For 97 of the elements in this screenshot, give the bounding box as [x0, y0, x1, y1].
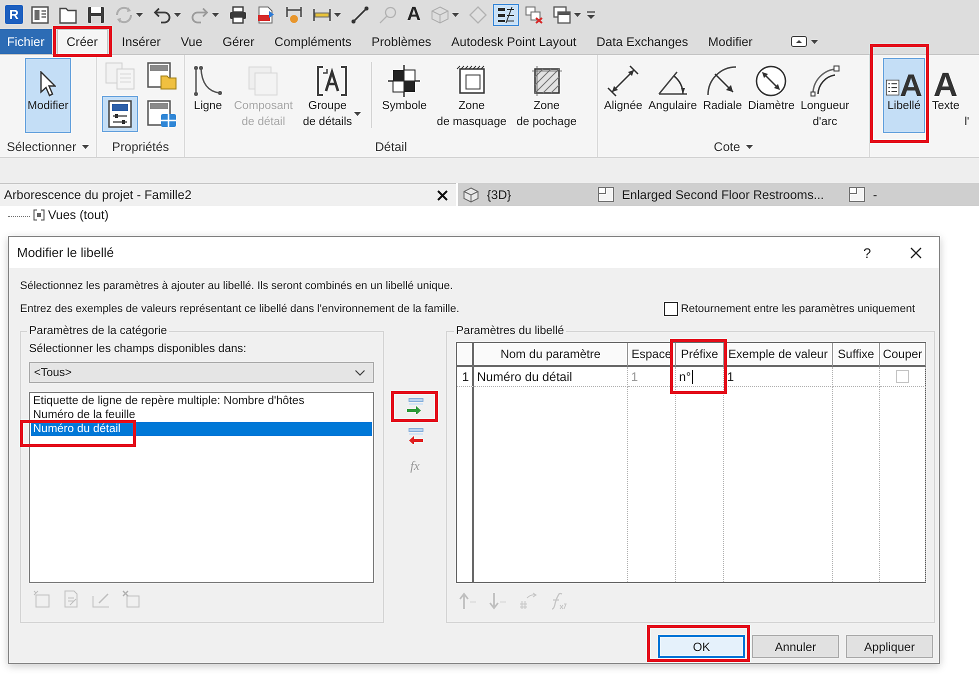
panel-title: Détail	[375, 140, 407, 154]
list-item[interactable]: Numéro du détail	[31, 422, 372, 436]
component-icon	[247, 65, 280, 97]
diameter-icon	[755, 65, 788, 97]
table-cell: Numéro du détail	[474, 367, 628, 387]
ribbon-button[interactable]: Diamètre	[746, 58, 797, 133]
group-title: Paramètres de la catégorie	[28, 325, 168, 337]
ribbon-button[interactable]: Ligne	[189, 58, 227, 133]
ribbon-button[interactable]: Zone de pochage	[514, 58, 580, 133]
view-tab[interactable]: -	[844, 183, 979, 206]
caret-icon[interactable]	[574, 12, 581, 16]
ribbon-tab[interactable]: Gérer	[212, 29, 264, 54]
view-tab[interactable]: Enlarged Second Floor Restrooms...	[592, 183, 844, 206]
table-cell: 1	[628, 367, 676, 387]
sheet-icon	[598, 187, 614, 202]
ribbon-button[interactable]: Angulaire	[646, 58, 699, 133]
ribbon-button[interactable]: Symbole	[379, 58, 430, 133]
remove-arrow-icon[interactable]	[406, 428, 424, 444]
hatched-region-icon	[456, 65, 488, 97]
chevron-down-icon	[355, 370, 365, 376]
document-stack-icon	[104, 62, 134, 90]
group-title: Paramètres du libellé	[455, 325, 566, 337]
panel-title: Cote	[714, 140, 740, 154]
row-number: 1	[457, 367, 474, 387]
file-tab[interactable]: Fichier	[0, 29, 52, 54]
column-header: Nom du paramètre	[474, 343, 628, 367]
caret-icon[interactable]	[746, 145, 754, 149]
text-button[interactable]: A	[403, 4, 425, 26]
customize-menu-icon[interactable]	[586, 10, 595, 18]
dialog-button[interactable]: Annuler	[752, 635, 839, 658]
cursor-icon	[40, 71, 56, 97]
dialog-button[interactable]: Appliquer	[846, 635, 933, 658]
close-icon[interactable]	[910, 246, 922, 258]
column-header: Préfixe	[676, 343, 724, 367]
radius-icon	[706, 65, 738, 97]
ribbon-button[interactable]: Zone de masquage	[434, 58, 510, 133]
toolbar-button[interactable]	[492, 4, 519, 26]
ribbon-button[interactable]: Radiale	[700, 58, 744, 133]
instruction-text: Sélectionnez les paramètres à ajouter au libellé. Ils seront combinés en un libellé unique.	[20, 280, 454, 293]
ribbon-button[interactable]: Alignée	[602, 58, 644, 133]
caret-icon[interactable]	[174, 12, 181, 16]
column-header: Espace	[628, 343, 676, 367]
ribbon-tab[interactable]: Vue	[170, 29, 212, 54]
view-icon	[33, 208, 45, 220]
list-item[interactable]: Numéro de la feuille	[31, 408, 372, 422]
ribbon-tab[interactable]: Data Exchanges	[586, 29, 698, 54]
checkbox[interactable]	[664, 302, 678, 316]
sheet-icon	[849, 187, 865, 202]
dialog-title: Modifier le libellé	[17, 245, 115, 260]
diagonal-dimension-icon	[607, 65, 640, 97]
letter-icon: A	[933, 66, 958, 97]
ribbon-tab[interactable]: Problèmes	[362, 29, 442, 54]
ribbon-button[interactable]	[102, 96, 138, 132]
ribbon-button[interactable]: Modifier	[24, 58, 72, 133]
app-logo[interactable]: R	[5, 5, 23, 24]
close-icon[interactable]	[436, 190, 448, 200]
dialog-button[interactable]: OK	[658, 635, 745, 658]
column-header: Suffixe	[833, 343, 880, 367]
ribbon-tab[interactable]: Modifier	[698, 29, 763, 54]
caret-icon[interactable]	[354, 112, 362, 116]
bracket-frame-icon	[316, 65, 348, 97]
help-button[interactable]: ?	[860, 244, 874, 260]
ribbon-button[interactable]: A Libellé	[883, 58, 925, 133]
ribbon-button[interactable]: Longueur d'arc	[798, 58, 852, 133]
caret-icon[interactable]	[82, 145, 90, 149]
quartered-symbol-icon	[388, 65, 420, 97]
field-label: Sélectionner les champs disponibles dans:	[29, 343, 248, 355]
grid-window-icon	[146, 100, 176, 128]
cube-icon	[462, 186, 479, 202]
list-item[interactable]: Etiquette de ligne de repère multiple: Nombre d'hôtes	[31, 394, 372, 408]
cell-input[interactable]: n°	[676, 367, 724, 387]
ribbon-tab[interactable]: Créer	[56, 29, 108, 54]
column-header: Couper	[880, 343, 926, 367]
panel-toggle-icon[interactable]	[790, 36, 807, 47]
ribbon-tab[interactable]: Compléments	[264, 29, 362, 54]
checkbox-label[interactable]: Retournement entre les paramètres uniquement	[680, 303, 915, 315]
ribbon-button[interactable]: A Texte	[930, 58, 962, 133]
table-cell: 1	[724, 367, 833, 387]
curve-line-icon	[192, 65, 224, 97]
ribbon-button[interactable]: l'	[962, 58, 972, 133]
instruction-text: Entrez des exemples de valeurs représentant ce libellé dans l'environnement de la famille.	[20, 302, 460, 316]
add-arrow-icon[interactable]	[406, 398, 424, 414]
ribbon-button[interactable]: Groupe de détails	[300, 58, 364, 133]
ribbon-tab[interactable]: Insérer	[112, 29, 171, 54]
caret-icon[interactable]	[334, 12, 341, 16]
tree-item[interactable]: Vues (tout)	[48, 208, 109, 222]
dropdown[interactable]: <Tous>	[29, 362, 374, 383]
panel-title: Arborescence du projet - Famille2	[4, 188, 192, 202]
column-header: Exemple de valeur	[724, 343, 833, 367]
folder-window-icon	[146, 62, 176, 90]
hatched-square-icon	[530, 65, 563, 97]
caret-icon[interactable]	[810, 40, 818, 44]
panel-title: Sélectionner	[6, 140, 76, 154]
panel-title: Propriétés	[112, 140, 169, 154]
ribbon-tab[interactable]: Autodesk Point Layout	[441, 29, 586, 54]
arc-length-icon	[808, 65, 841, 97]
view-tab[interactable]: {3D}	[458, 183, 593, 206]
